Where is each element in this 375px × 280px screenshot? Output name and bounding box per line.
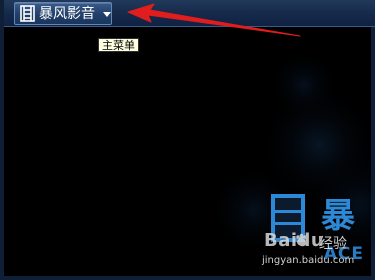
player-window: 暴风影音 主菜单 暴 ACE Baidu 经验 jingyan.baidu.co… — [0, 0, 375, 280]
title-bar: 暴风影音 — [4, 0, 375, 27]
main-menu-button[interactable]: 暴风影音 — [14, 2, 112, 25]
film-icon — [20, 5, 35, 22]
player-wordmark: ACE — [323, 244, 364, 264]
main-menu-label: 暴风影音 — [39, 5, 95, 22]
main-menu-tooltip: 主菜单 — [98, 38, 139, 52]
storm-player-logo: 暴 — [271, 194, 355, 242]
chevron-down-icon — [103, 12, 111, 17]
svg-text:暴: 暴 — [321, 196, 355, 236]
